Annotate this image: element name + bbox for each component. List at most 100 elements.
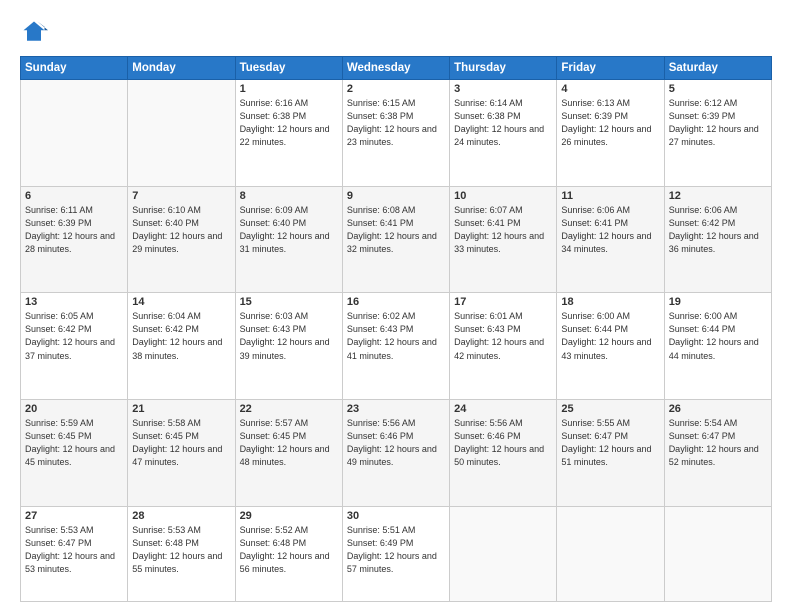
day-cell bbox=[557, 506, 664, 601]
day-cell: 8 Sunrise: 6:09 AM Sunset: 6:40 PM Daylig… bbox=[235, 186, 342, 293]
day-number: 24 bbox=[454, 403, 552, 415]
day-cell bbox=[450, 506, 557, 601]
day-number: 13 bbox=[25, 296, 123, 308]
week-row-1: 1 Sunrise: 6:16 AM Sunset: 6:38 PM Daylig… bbox=[21, 80, 772, 187]
day-info: Sunrise: 6:08 AM Sunset: 6:41 PM Dayligh… bbox=[347, 204, 445, 256]
day-number: 29 bbox=[240, 510, 338, 522]
day-cell: 28 Sunrise: 5:53 AM Sunset: 6:48 PM Dayli… bbox=[128, 506, 235, 601]
day-number: 20 bbox=[25, 403, 123, 415]
day-cell: 16Sunrise: 6:02 AM Sunset: 6:43 PM Dayli… bbox=[342, 293, 449, 400]
weekday-header-saturday: Saturday bbox=[664, 57, 771, 80]
day-info: Sunrise: 5:59 AM Sunset: 6:45 PM Dayligh… bbox=[25, 417, 123, 469]
weekday-header-tuesday: Tuesday bbox=[235, 57, 342, 80]
weekday-header-wednesday: Wednesday bbox=[342, 57, 449, 80]
day-info: Sunrise: 5:58 AM Sunset: 6:45 PM Dayligh… bbox=[132, 417, 230, 469]
logo bbox=[20, 18, 52, 46]
day-cell: 7 Sunrise: 6:10 AM Sunset: 6:40 PM Daylig… bbox=[128, 186, 235, 293]
day-number: 12 bbox=[669, 190, 767, 202]
day-info: Sunrise: 6:00 AM Sunset: 6:44 PM Dayligh… bbox=[561, 310, 659, 362]
day-number: 22 bbox=[240, 403, 338, 415]
day-cell bbox=[664, 506, 771, 601]
day-info: Sunrise: 5:52 AM Sunset: 6:48 PM Dayligh… bbox=[240, 524, 338, 576]
day-cell: 20 Sunrise: 5:59 AM Sunset: 6:45 PM Dayli… bbox=[21, 400, 128, 507]
day-cell: 19 Sunrise: 6:00 AM Sunset: 6:44 PM Dayli… bbox=[664, 293, 771, 400]
day-info: Sunrise: 5:55 AM Sunset: 6:47 PM Dayligh… bbox=[561, 417, 659, 469]
day-info: Sunrise: 6:05 AM Sunset: 6:42 PM Dayligh… bbox=[25, 310, 123, 362]
day-number: 5 bbox=[669, 83, 767, 95]
day-info: Sunrise: 5:53 AM Sunset: 6:48 PM Dayligh… bbox=[132, 524, 230, 576]
day-info: Sunrise: 6:12 AM Sunset: 6:39 PM Dayligh… bbox=[669, 97, 767, 149]
day-cell: 24 Sunrise: 5:56 AM Sunset: 6:46 PM Dayli… bbox=[450, 400, 557, 507]
day-number: 1 bbox=[240, 83, 338, 95]
day-cell: 30 Sunrise: 5:51 AM Sunset: 6:49 PM Dayli… bbox=[342, 506, 449, 601]
day-info: Sunrise: 6:16 AM Sunset: 6:38 PM Dayligh… bbox=[240, 97, 338, 149]
day-info: Sunrise: 5:56 AM Sunset: 6:46 PM Dayligh… bbox=[347, 417, 445, 469]
day-cell: 13 Sunrise: 6:05 AM Sunset: 6:42 PM Dayli… bbox=[21, 293, 128, 400]
weekday-header-row: SundayMondayTuesdayWednesdayThursdayFrid… bbox=[21, 57, 772, 80]
day-cell: 10 Sunrise: 6:07 AM Sunset: 6:41 PM Dayli… bbox=[450, 186, 557, 293]
day-cell: 18 Sunrise: 6:00 AM Sunset: 6:44 PM Dayli… bbox=[557, 293, 664, 400]
day-number: 30 bbox=[347, 510, 445, 522]
weekday-header-monday: Monday bbox=[128, 57, 235, 80]
day-number: 10 bbox=[454, 190, 552, 202]
page: SundayMondayTuesdayWednesdayThursdayFrid… bbox=[0, 0, 792, 612]
day-cell: 26Sunrise: 5:54 AM Sunset: 6:47 PM Dayli… bbox=[664, 400, 771, 507]
day-cell bbox=[128, 80, 235, 187]
weekday-header-sunday: Sunday bbox=[21, 57, 128, 80]
day-number: 8 bbox=[240, 190, 338, 202]
day-info: Sunrise: 6:02 AM Sunset: 6:43 PM Dayligh… bbox=[347, 310, 445, 362]
day-cell: 22 Sunrise: 5:57 AM Sunset: 6:45 PM Dayli… bbox=[235, 400, 342, 507]
day-number: 7 bbox=[132, 190, 230, 202]
day-cell: 25Sunrise: 5:55 AM Sunset: 6:47 PM Dayli… bbox=[557, 400, 664, 507]
day-number: 28 bbox=[132, 510, 230, 522]
day-info: Sunrise: 6:03 AM Sunset: 6:43 PM Dayligh… bbox=[240, 310, 338, 362]
day-info: Sunrise: 5:57 AM Sunset: 6:45 PM Dayligh… bbox=[240, 417, 338, 469]
week-row-2: 6Sunrise: 6:11 AM Sunset: 6:39 PM Daylig… bbox=[21, 186, 772, 293]
day-number: 3 bbox=[454, 83, 552, 95]
logo-icon bbox=[20, 18, 48, 46]
day-info: Sunrise: 6:06 AM Sunset: 6:41 PM Dayligh… bbox=[561, 204, 659, 256]
day-info: Sunrise: 5:53 AM Sunset: 6:47 PM Dayligh… bbox=[25, 524, 123, 576]
day-info: Sunrise: 6:04 AM Sunset: 6:42 PM Dayligh… bbox=[132, 310, 230, 362]
day-number: 23 bbox=[347, 403, 445, 415]
day-info: Sunrise: 5:51 AM Sunset: 6:49 PM Dayligh… bbox=[347, 524, 445, 576]
day-cell: 15 Sunrise: 6:03 AM Sunset: 6:43 PM Dayli… bbox=[235, 293, 342, 400]
day-number: 6 bbox=[25, 190, 123, 202]
weekday-header-friday: Friday bbox=[557, 57, 664, 80]
day-cell: 2 Sunrise: 6:15 AM Sunset: 6:38 PM Daylig… bbox=[342, 80, 449, 187]
day-info: Sunrise: 6:07 AM Sunset: 6:41 PM Dayligh… bbox=[454, 204, 552, 256]
day-number: 15 bbox=[240, 296, 338, 308]
day-info: Sunrise: 6:10 AM Sunset: 6:40 PM Dayligh… bbox=[132, 204, 230, 256]
day-info: Sunrise: 6:00 AM Sunset: 6:44 PM Dayligh… bbox=[669, 310, 767, 362]
day-info: Sunrise: 6:01 AM Sunset: 6:43 PM Dayligh… bbox=[454, 310, 552, 362]
day-number: 11 bbox=[561, 190, 659, 202]
day-number: 17 bbox=[454, 296, 552, 308]
day-number: 19 bbox=[669, 296, 767, 308]
day-number: 4 bbox=[561, 83, 659, 95]
header bbox=[20, 18, 772, 46]
day-cell bbox=[21, 80, 128, 187]
week-row-5: 27 Sunrise: 5:53 AM Sunset: 6:47 PM Dayli… bbox=[21, 506, 772, 601]
day-info: Sunrise: 5:56 AM Sunset: 6:46 PM Dayligh… bbox=[454, 417, 552, 469]
day-cell: 11 Sunrise: 6:06 AM Sunset: 6:41 PM Dayli… bbox=[557, 186, 664, 293]
calendar: SundayMondayTuesdayWednesdayThursdayFrid… bbox=[20, 56, 772, 602]
day-cell: 6Sunrise: 6:11 AM Sunset: 6:39 PM Daylig… bbox=[21, 186, 128, 293]
day-cell: 5 Sunrise: 6:12 AM Sunset: 6:39 PM Daylig… bbox=[664, 80, 771, 187]
day-info: Sunrise: 6:15 AM Sunset: 6:38 PM Dayligh… bbox=[347, 97, 445, 149]
week-row-4: 20 Sunrise: 5:59 AM Sunset: 6:45 PM Dayli… bbox=[21, 400, 772, 507]
day-number: 14 bbox=[132, 296, 230, 308]
day-number: 9 bbox=[347, 190, 445, 202]
day-info: Sunrise: 5:54 AM Sunset: 6:47 PM Dayligh… bbox=[669, 417, 767, 469]
day-cell: 12Sunrise: 6:06 AM Sunset: 6:42 PM Dayli… bbox=[664, 186, 771, 293]
day-cell: 23 Sunrise: 5:56 AM Sunset: 6:46 PM Dayli… bbox=[342, 400, 449, 507]
day-number: 2 bbox=[347, 83, 445, 95]
day-info: Sunrise: 6:14 AM Sunset: 6:38 PM Dayligh… bbox=[454, 97, 552, 149]
day-number: 27 bbox=[25, 510, 123, 522]
day-info: Sunrise: 6:09 AM Sunset: 6:40 PM Dayligh… bbox=[240, 204, 338, 256]
day-cell: 4Sunrise: 6:13 AM Sunset: 6:39 PM Daylig… bbox=[557, 80, 664, 187]
day-cell: 27 Sunrise: 5:53 AM Sunset: 6:47 PM Dayli… bbox=[21, 506, 128, 601]
day-cell: 21Sunrise: 5:58 AM Sunset: 6:45 PM Dayli… bbox=[128, 400, 235, 507]
day-number: 18 bbox=[561, 296, 659, 308]
day-cell: 17 Sunrise: 6:01 AM Sunset: 6:43 PM Dayli… bbox=[450, 293, 557, 400]
day-cell: 14 Sunrise: 6:04 AM Sunset: 6:42 PM Dayli… bbox=[128, 293, 235, 400]
